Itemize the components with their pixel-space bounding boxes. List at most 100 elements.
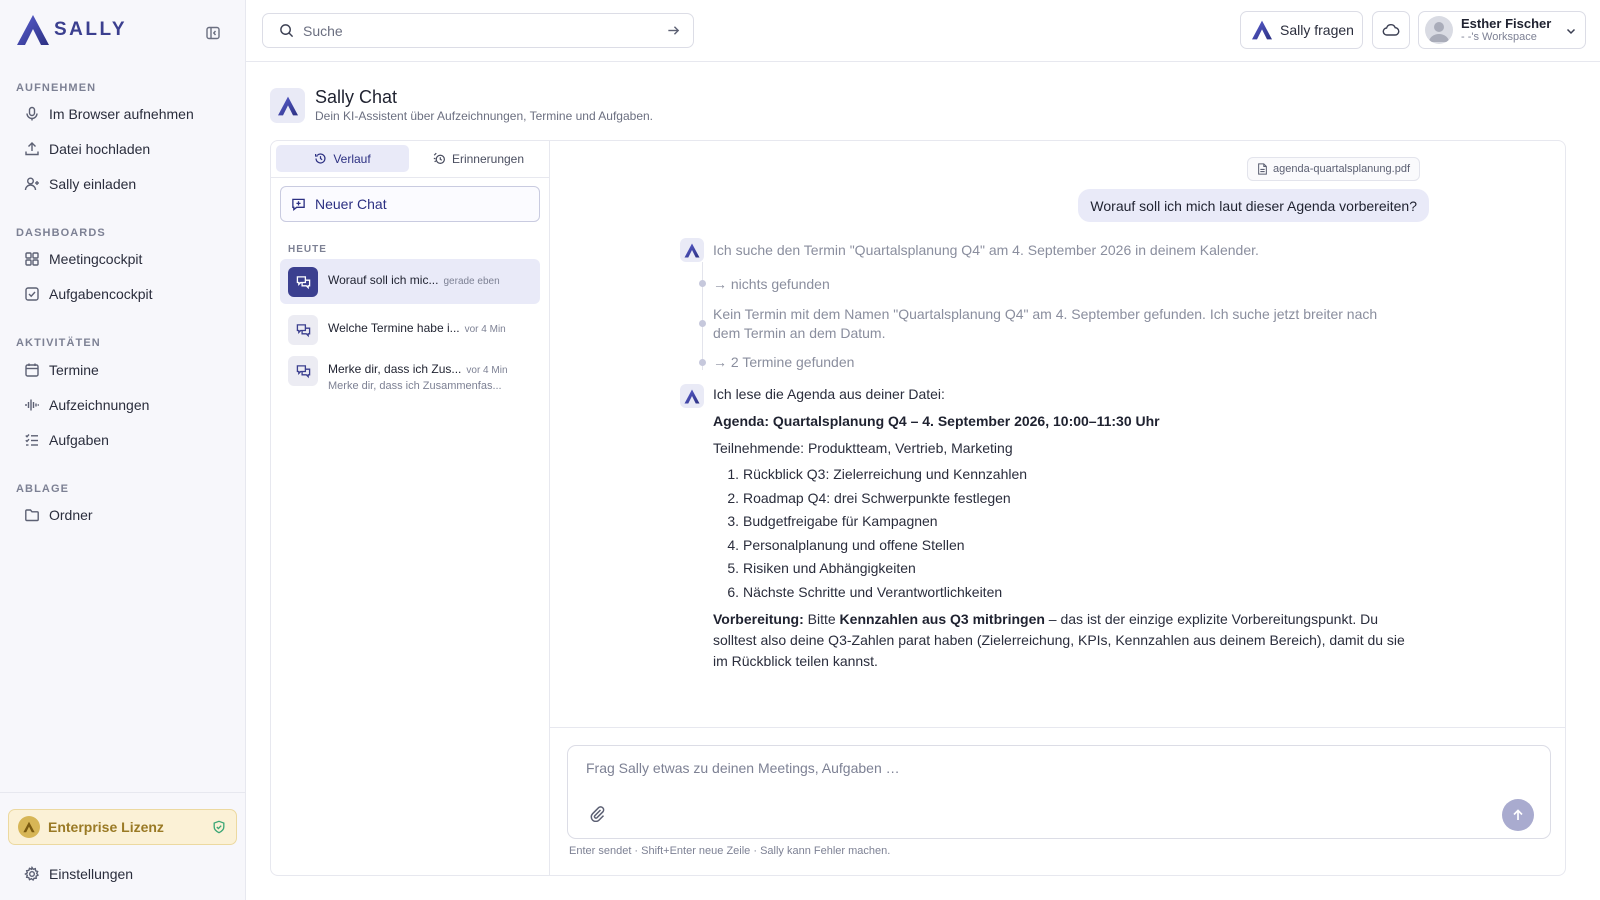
section-title-dashboards: DASHBOARDS [16, 227, 106, 239]
new-chat-label: Neuer Chat [315, 196, 387, 212]
nav-meetingcockpit[interactable]: Meetingcockpit [16, 244, 230, 274]
license-label: Enterprise Lizenz [48, 819, 164, 835]
chat-history-item[interactable]: Worauf soll ich mic... gerade eben [280, 259, 540, 304]
nav-aufzeichnungen[interactable]: Aufzeichnungen [16, 390, 230, 420]
page-title: Sally Chat [315, 87, 398, 107]
list-item: 3. Budgetfreigabe für Kampagnen [727, 513, 938, 529]
list-item: 6. Nächste Schritte und Verantwortlichkei… [727, 583, 1003, 600]
sally-logo-icon [17, 15, 49, 45]
nav-label: Ordner [49, 507, 93, 523]
timeline-line [702, 262, 703, 370]
nav-termine[interactable]: Termine [16, 355, 230, 385]
panel-tabs: Verlauf Erinnerungen [271, 141, 550, 178]
list-item: 5. Risiken und Abhängigkeiten [727, 560, 916, 576]
arrow-up-icon [1513, 809, 1523, 820]
grid-icon [25, 252, 39, 266]
nav-im-browser-aufnehmen[interactable]: Im Browser aufnehmen [16, 99, 230, 129]
nav-einstellungen[interactable]: Einstellungen [16, 859, 230, 889]
composer-divider [550, 727, 1565, 728]
chat-item-time: vor 4 Min [464, 324, 506, 335]
chat-item-preview: Merke dir, dass ich Zusammenfas... [328, 380, 502, 392]
nav-label: Einstellungen [49, 866, 134, 882]
new-chat-button[interactable]: Neuer Chat [280, 186, 540, 222]
collapse-sidebar-button[interactable] [202, 22, 224, 44]
nav-label: Im Browser aufnehmen [49, 106, 194, 122]
tab-label: Erinnerungen [451, 151, 525, 166]
user-plus-icon [24, 177, 39, 191]
paperclip-icon [590, 806, 605, 822]
sally-avatar-icon [680, 238, 704, 262]
sally-logo[interactable]: SALLY [16, 14, 127, 46]
sidebar-divider [0, 792, 246, 793]
chat-history-item[interactable]: Welche Termine habe i... vor 4 Min [280, 307, 540, 352]
user-icon [1429, 22, 1449, 42]
agenda-list: 1. Rückblick Q3: Zielerreichung und Kennz… [721, 463, 1027, 604]
search-box[interactable] [262, 13, 694, 48]
nav-aufgaben[interactable]: Aufgaben [16, 425, 230, 455]
send-button[interactable] [1502, 799, 1534, 831]
nav-ordner[interactable]: Ordner [16, 500, 230, 530]
chat-item-time: gerade eben [443, 276, 500, 287]
composer-hint: Enter sendet · Shift+Enter neue Zeile · … [569, 845, 891, 857]
cloud-icon [1382, 24, 1400, 36]
step-result-text: → 2 Termine gefunden [713, 354, 855, 370]
history-icon [315, 153, 326, 164]
avatar [1425, 16, 1453, 44]
chat-history-panel: Verlauf Erinnerungen Neuer Chat HEUTE Wo… [271, 141, 550, 875]
reminder-icon [433, 152, 445, 164]
chat-card: Verlauf Erinnerungen Neuer Chat HEUTE Wo… [270, 140, 1566, 876]
nav-label: Aufgabencockpit [49, 286, 153, 302]
section-title-aktivitaeten: AKTIVITÄTEN [16, 337, 101, 349]
shield-check-icon [213, 820, 225, 834]
nav-label: Aufgaben [49, 432, 109, 448]
waveform-icon [25, 399, 40, 411]
ask-sally-label: Sally fragen [1280, 22, 1354, 38]
nav-aufgabencockpit[interactable]: Aufgabencockpit [16, 279, 230, 309]
arrow-right-icon[interactable] [666, 23, 681, 38]
enterprise-license-badge[interactable]: Enterprise Lizenz [8, 809, 237, 845]
upload-icon [25, 142, 39, 156]
timeline-dot [699, 320, 706, 327]
user-message: Worauf soll ich mich laut dieser Agenda … [1078, 189, 1429, 222]
step-search-text: Ich suche den Termin "Quartalsplanung Q4… [713, 242, 1259, 258]
attachment-name: agenda-quartalsplanung.pdf [1273, 163, 1411, 175]
timeline-dot [699, 359, 706, 366]
folder-icon [25, 509, 39, 522]
list-item: 1. Rückblick Q3: Zielerreichung und Kennz… [727, 466, 1028, 482]
message-input[interactable] [586, 760, 1466, 784]
sally-logo-icon [1252, 20, 1272, 40]
chat-history-item[interactable]: Merke dir, dass ich Zus... vor 4 Min Mer… [280, 348, 540, 400]
page-header: Sally Chat Dein KI-Assistent über Aufzei… [270, 87, 653, 124]
nav-label: Meetingcockpit [49, 251, 143, 267]
nav-sally-einladen[interactable]: Sally einladen [16, 169, 230, 199]
tab-verlauf[interactable]: Verlauf [276, 145, 409, 172]
sally-chat-icon [270, 88, 305, 123]
user-menu-button[interactable]: Esther Fischer - -'s Workspace [1418, 11, 1586, 49]
section-title-aufnehmen: AUFNEHMEN [16, 82, 97, 94]
message-composer [567, 745, 1551, 839]
file-icon [1258, 163, 1267, 175]
step-broaden-text: Kein Termin mit dem Namen "Quartalsplanu… [713, 306, 1378, 341]
microphone-icon [26, 106, 38, 121]
ask-sally-button[interactable]: Sally fragen [1240, 11, 1363, 49]
user-name: Esther Fischer [1461, 16, 1552, 31]
search-input[interactable] [303, 22, 633, 39]
agenda-participants: Teilnehmende: Produktteam, Vertrieb, Mar… [713, 440, 1013, 456]
workspace-name: - -'s Workspace [1461, 31, 1537, 43]
section-title-ablage: ABLAGE [16, 483, 70, 495]
chat-bubbles-icon [288, 267, 318, 297]
logo-text: SALLY [54, 19, 128, 40]
calendar-icon [25, 363, 39, 377]
nav-label: Datei hochladen [49, 141, 151, 157]
attach-button[interactable] [588, 804, 606, 822]
list-item: 2. Roadmap Q4: drei Schwerpunkte festlege… [727, 489, 1011, 506]
step-result-text: → nichts gefunden [713, 276, 830, 292]
attachment-chip[interactable]: agenda-quartalsplanung.pdf [1247, 157, 1421, 181]
tab-label: Verlauf [333, 151, 371, 166]
search-icon [280, 24, 294, 38]
tab-erinnerungen[interactable]: Erinnerungen [412, 145, 545, 172]
cloud-sync-button[interactable] [1372, 11, 1410, 49]
sidebar: SALLY AUFNEHMEN Im Browser aufnehmen Dat… [0, 0, 246, 900]
nav-datei-hochladen[interactable]: Datei hochladen [16, 134, 230, 164]
nav-label: Sally einladen [49, 176, 137, 192]
